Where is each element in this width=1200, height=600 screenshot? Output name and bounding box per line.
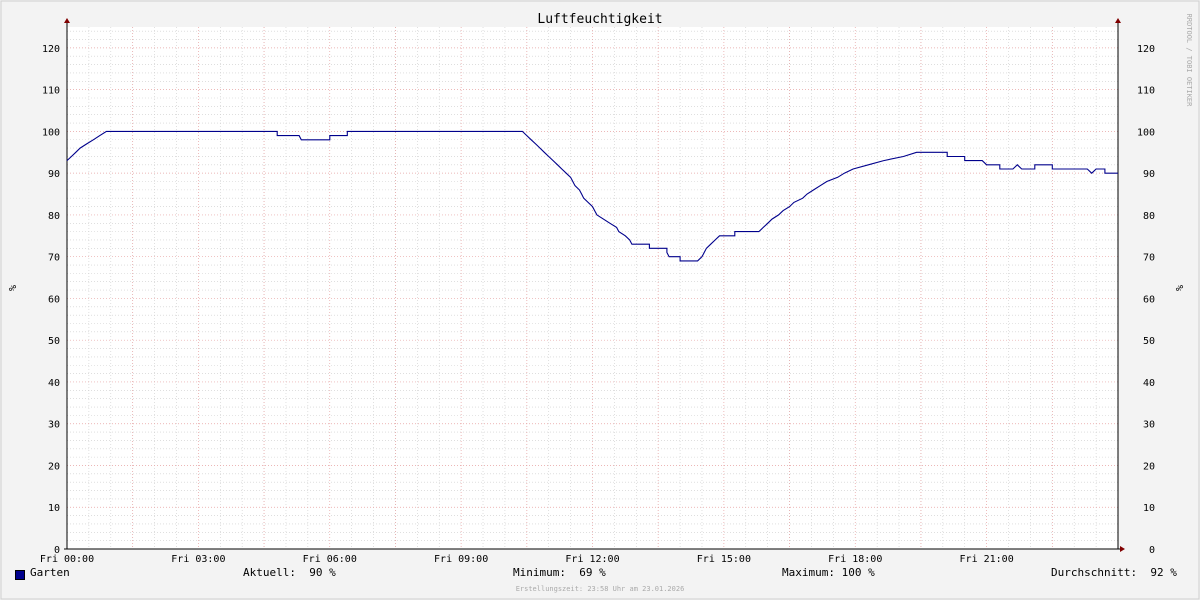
y-tick-label-right: 70 [1143,253,1155,264]
chart-window: 0 10 20 30 40 50 60 70 80 90 100 110 120 0 10 20 30 40 50… [0,0,1200,600]
y-tick-label-left: 60 [48,294,60,305]
x-tick-label: Fri 15:00 [697,554,751,565]
chart-title: Luftfeuchtigkeit [537,12,662,27]
y-tick-label-left: 20 [48,461,60,472]
y-tick-label-left: 50 [48,336,60,347]
legend-average: Durchschnitt: 92 % [1051,566,1177,579]
legend-swatch-garten [15,570,25,580]
y-tick-label-right: 40 [1143,378,1155,389]
x-tick-label: Fri 18:00 [828,554,882,565]
y-tick-label-right: 90 [1143,169,1155,180]
y-tick-label-left: 100 [42,127,60,138]
y-tick-label-right: 10 [1143,503,1155,514]
legend-minimum: Minimum: 69 % [513,566,606,579]
y-tick-label-right: 0 [1149,545,1155,556]
y-axis-label-right: % [1173,285,1184,291]
legend-series-label: Garten [30,566,70,579]
y-tick-label-right: 60 [1143,294,1155,305]
x-tick-label: Fri 21:00 [960,554,1014,565]
y-tick-label-left: 80 [48,211,60,222]
y-tick-label-left: 40 [48,378,60,389]
y-tick-label-left: 120 [42,44,60,55]
legend-current: Aktuell: 90 % [243,566,336,579]
y-tick-label-right: 30 [1143,420,1155,431]
x-tick-label: Fri 06:00 [303,554,357,565]
x-tick-label: Fri 00:00 [40,554,94,565]
y-tick-label-right: 100 [1137,127,1155,138]
y-tick-label-right: 110 [1137,86,1155,97]
y-tick-label-right: 120 [1137,44,1155,55]
humidity-chart: 0102030405060708090100110120 01020304050… [0,0,1200,600]
y-tick-label-left: 90 [48,169,60,180]
y-tick-label-left: 110 [42,86,60,97]
x-tick-label: Fri 09:00 [434,554,488,565]
x-tick-label: Fri 03:00 [171,554,225,565]
y-tick-label-left: 70 [48,253,60,264]
legend-maximum: Maximum: 100 % [782,566,875,579]
creation-time-footer: Erstellungszeit: 23:58 Uhr am 23.01.2026 [515,585,685,593]
y-tick-label-right: 50 [1143,336,1155,347]
y-tick-label-left: 10 [48,503,60,514]
y-tick-label-left: 30 [48,420,60,431]
y-tick-label-right: 20 [1143,461,1155,472]
y-axis-label-left: % [6,285,17,291]
x-tick-label: Fri 12:00 [565,554,619,565]
rrdtool-watermark: RRDTOOL / TOBI OETIKER [1185,14,1193,108]
y-tick-label-right: 80 [1143,211,1155,222]
